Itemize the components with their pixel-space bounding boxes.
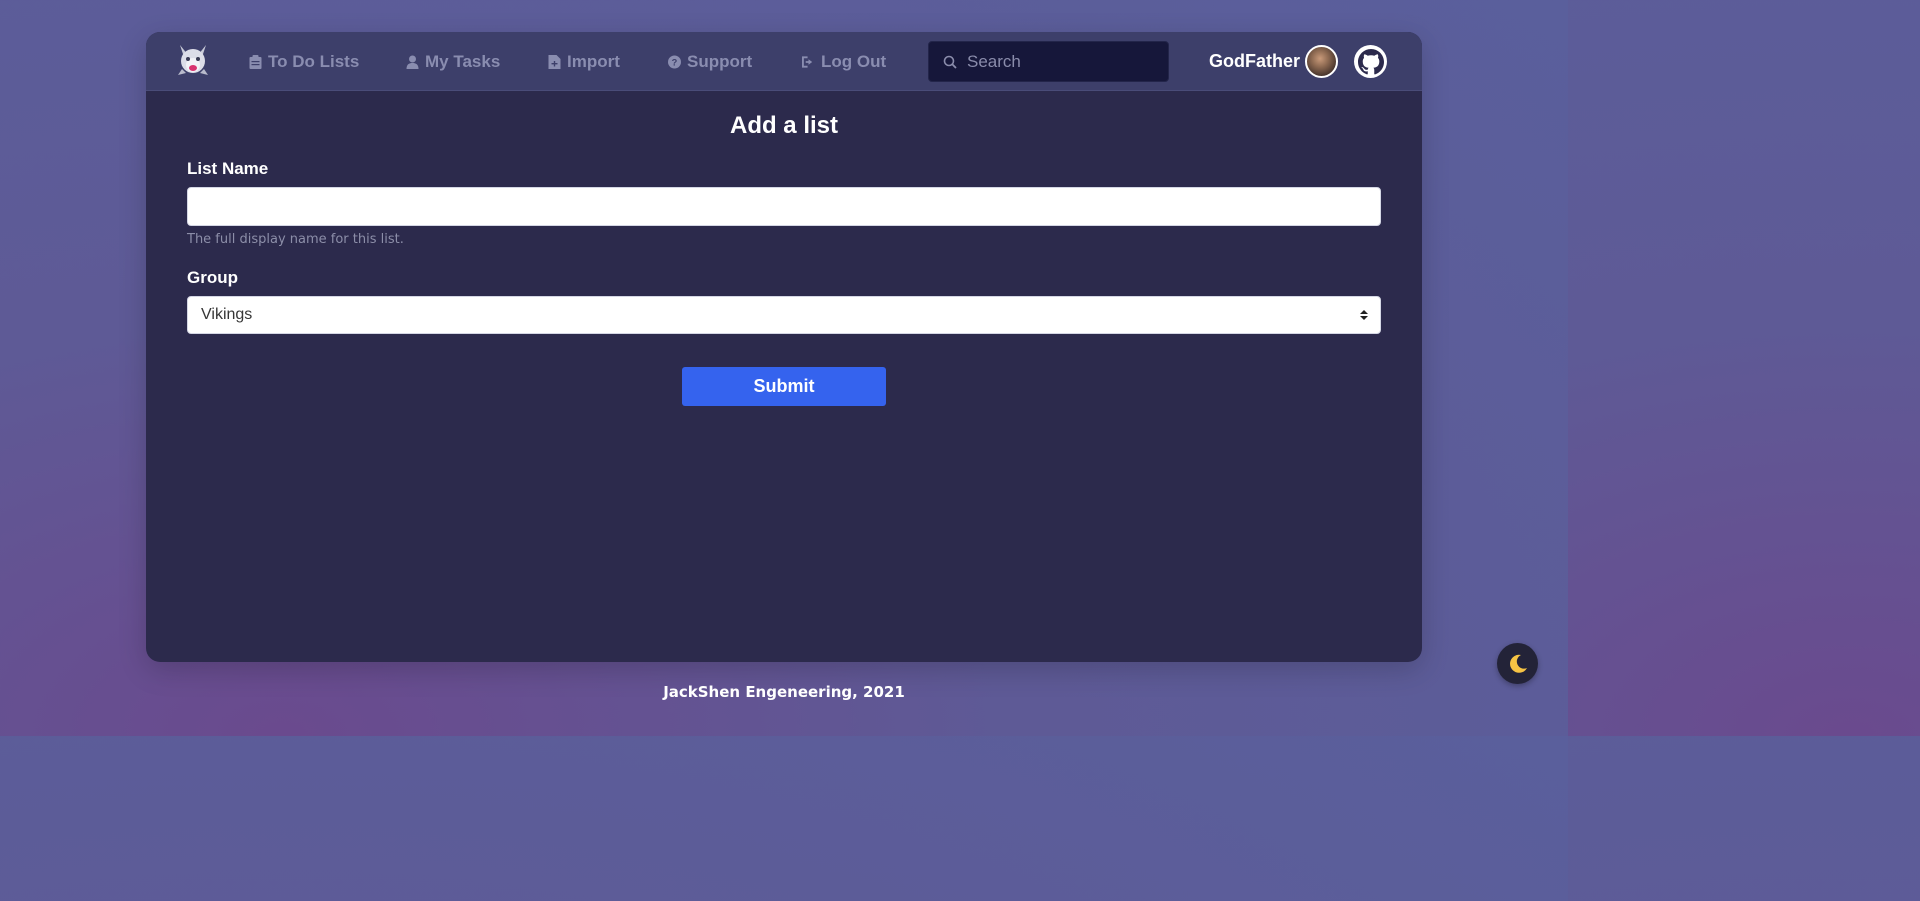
list-name-help: The full display name for this list.	[187, 232, 404, 247]
form-area: Add a list List Name The full display na…	[146, 91, 1422, 662]
navbar: To Do Lists My Tasks Import ? Support Lo…	[146, 32, 1422, 91]
list-name-input[interactable]	[187, 187, 1381, 226]
theme-toggle-button[interactable]	[1497, 643, 1538, 684]
search-input[interactable]	[967, 51, 1147, 72]
nav-item-log-out[interactable]: Log Out	[802, 32, 886, 91]
user-icon	[406, 55, 419, 69]
nav-item-label: Import	[567, 51, 620, 71]
username[interactable]: GodFather	[1209, 32, 1300, 91]
github-icon[interactable]	[1354, 45, 1387, 78]
clipboard-icon	[249, 54, 262, 69]
file-icon	[548, 54, 561, 69]
main-card: To Do Lists My Tasks Import ? Support Lo…	[146, 32, 1422, 662]
submit-button[interactable]: Submit	[682, 367, 886, 406]
nav-item-label: Support	[687, 51, 753, 71]
list-name-label: List Name	[187, 159, 269, 178]
nav-item-label: My Tasks	[425, 51, 501, 71]
question-circle-icon: ?	[668, 55, 681, 68]
nav-item-import[interactable]: Import	[548, 32, 620, 91]
search-icon	[943, 55, 957, 69]
footer-text: JackShen Engeneering, 2021	[663, 683, 905, 701]
nav-item-my-tasks[interactable]: My Tasks	[406, 32, 500, 91]
group-select[interactable]: Vikings	[187, 296, 1381, 334]
wolf-logo-icon[interactable]	[176, 43, 210, 77]
sign-out-icon	[802, 55, 813, 68]
nav-item-label: Log Out	[821, 51, 887, 71]
group-select-value: Vikings	[201, 306, 253, 323]
svg-text:?: ?	[672, 57, 678, 67]
page-title: Add a list	[729, 112, 838, 139]
nav-item-support[interactable]: ? Support	[668, 32, 752, 91]
moon-icon	[1509, 654, 1527, 673]
nav-item-todo-lists[interactable]: To Do Lists	[249, 32, 359, 91]
group-label: Group	[187, 268, 238, 287]
select-arrows-icon	[1360, 310, 1368, 320]
search-box[interactable]	[928, 41, 1169, 82]
avatar[interactable]	[1305, 45, 1338, 78]
nav-item-label: To Do Lists	[268, 51, 360, 71]
